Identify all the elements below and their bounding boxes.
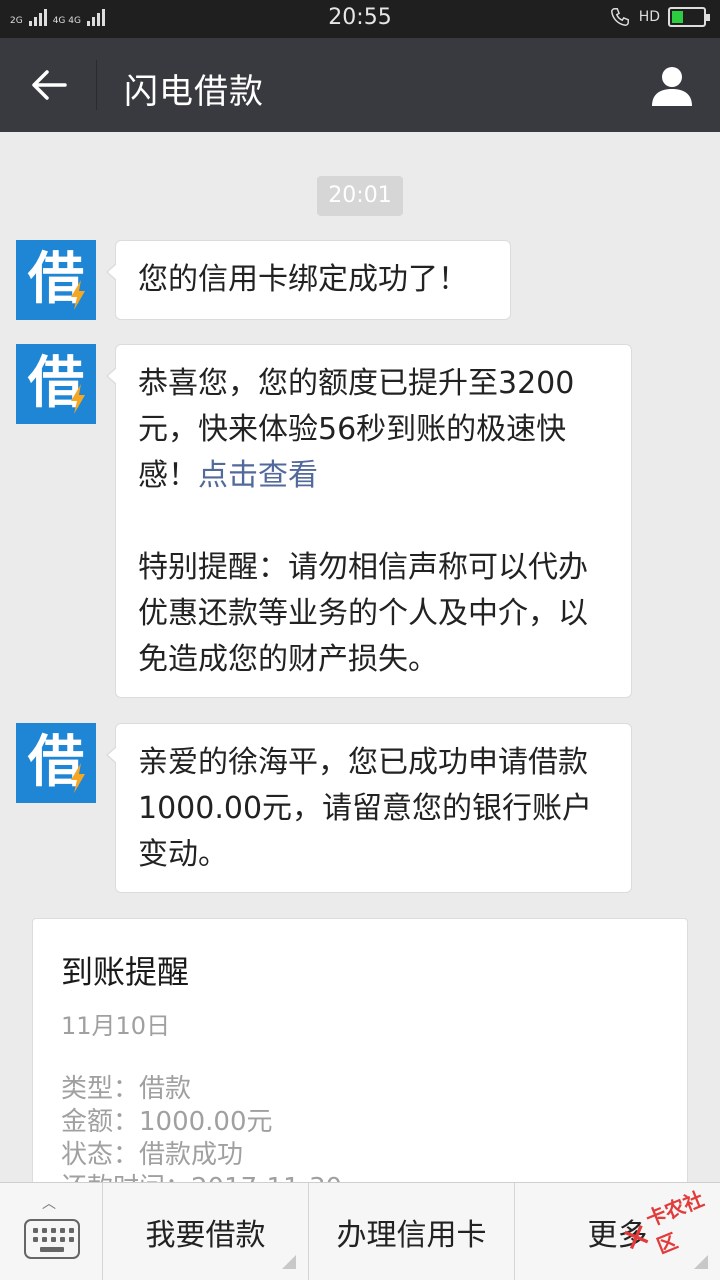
call-icon bbox=[610, 8, 629, 26]
arrow-left-icon bbox=[32, 70, 67, 100]
submenu-indicator-icon bbox=[694, 1255, 708, 1269]
message-line: 变动。 bbox=[138, 837, 228, 872]
message-line: 1000.00元，请留意您的银行账户 bbox=[138, 791, 593, 826]
message-line: 特别提醒：请勿相信声称可以代办 bbox=[138, 550, 588, 585]
sender-avatar[interactable]: 借 bbox=[16, 344, 96, 424]
card-date: 11月10日 bbox=[61, 1012, 171, 1040]
message-text: 感！ bbox=[138, 458, 198, 493]
message-line: 恭喜您，您的额度已提升至3200 bbox=[138, 366, 575, 401]
card-row-type: 类型：借款 bbox=[61, 1074, 192, 1104]
message-bubble-2[interactable]: 恭喜您，您的额度已提升至3200 元，快来体验56秒到账的极速快 感！点击查看 … bbox=[106, 344, 632, 698]
message-line: 感！点击查看 bbox=[138, 453, 611, 499]
hd-label: HD bbox=[638, 9, 660, 25]
card-row-amount: 金额：1000.00元 bbox=[61, 1107, 273, 1137]
chevron-up-icon: ︿ bbox=[42, 1196, 56, 1212]
message-bubble-3[interactable]: 亲爱的徐海平，您已成功申请借款 1000.00元，请留意您的银行账户 变动。 bbox=[106, 723, 632, 893]
message-line: 优惠还款等业务的个人及中介，以 bbox=[138, 596, 588, 631]
lightning-icon bbox=[71, 280, 85, 310]
lightning-icon bbox=[71, 384, 85, 414]
keyboard-icon bbox=[24, 1219, 80, 1259]
view-details-link[interactable]: 点击查看 bbox=[198, 458, 318, 493]
bottom-menu: ︿ 我要借款 办理信用卡 更多 bbox=[0, 1182, 720, 1280]
profile-button[interactable] bbox=[646, 60, 698, 112]
keyboard-toggle-button[interactable]: ︿ bbox=[0, 1183, 103, 1280]
battery-charging-icon bbox=[668, 7, 710, 27]
back-button[interactable] bbox=[22, 58, 76, 112]
menu-credit-card[interactable]: 办理信用卡 bbox=[309, 1183, 515, 1280]
screen: 2G 4G 4G 20:55 HD 闪电借款 20:01 借 您的信用卡绑定成功… bbox=[0, 0, 720, 1280]
sender-avatar[interactable]: 借 bbox=[16, 240, 96, 320]
menu-label: 办理信用卡 bbox=[336, 1218, 487, 1253]
lightning-icon bbox=[71, 763, 85, 793]
message-bubble-1[interactable]: 您的信用卡绑定成功了！ bbox=[106, 240, 511, 320]
card-row-status: 状态：借款成功 bbox=[61, 1140, 244, 1170]
status-bar: 2G 4G 4G 20:55 HD bbox=[0, 0, 720, 38]
person-icon bbox=[652, 67, 692, 106]
status-right: HD bbox=[609, 6, 710, 28]
nav-divider bbox=[96, 60, 97, 110]
message-text: 您的信用卡绑定成功了！ bbox=[138, 262, 468, 297]
battery-fill bbox=[672, 11, 683, 23]
message-line: 免造成您的财产损失。 bbox=[138, 642, 438, 677]
menu-borrow[interactable]: 我要借款 bbox=[103, 1183, 309, 1280]
menu-label: 我要借款 bbox=[145, 1218, 266, 1253]
page-title: 闪电借款 bbox=[124, 72, 264, 112]
message-line: 元，快来体验56秒到账的极速快 bbox=[138, 412, 567, 447]
battery-tip bbox=[706, 14, 710, 21]
chat-timestamp: 20:01 bbox=[317, 176, 403, 216]
submenu-indicator-icon bbox=[282, 1255, 296, 1269]
arrival-notice-card[interactable]: 到账提醒 11月10日 类型：借款 金额：1000.00元 状态：借款成功 还款… bbox=[32, 918, 688, 1218]
message-line: 亲爱的徐海平，您已成功申请借款 bbox=[138, 745, 588, 780]
sender-avatar[interactable]: 借 bbox=[16, 723, 96, 803]
nav-bar: 闪电借款 bbox=[0, 38, 720, 132]
card-title: 到账提醒 bbox=[61, 953, 190, 991]
